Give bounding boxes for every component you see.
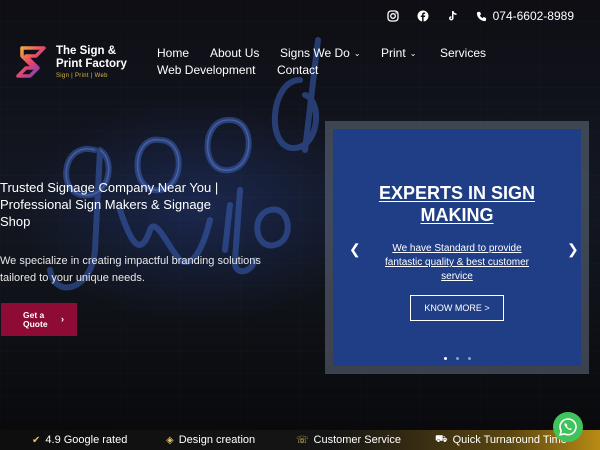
instagram-icon[interactable] [386,9,400,23]
feature-design-label: Design creation [178,434,256,446]
hero-subtitle: We specialize in creating impactful bran… [0,255,261,284]
headset-icon: ☏ [296,434,309,446]
tiktok-icon[interactable] [446,9,460,23]
whatsapp-button[interactable] [553,412,583,442]
nav-web-development[interactable]: Web Development [157,63,256,77]
slide-description[interactable]: We have Standard to provide fantastic qu… [373,242,541,284]
nav-about[interactable]: About Us [210,46,259,60]
nav-signs-label: Signs We Do [280,46,350,60]
logo-text: The Sign & Print Factory Sign | Print | … [56,45,127,79]
site-logo[interactable]: The Sign & Print Factory Sign | Print | … [14,44,127,80]
feature-turnaround: ⛟ Quick Turnaround Time [435,434,567,447]
phone-number: 074-6602-8989 [492,9,574,23]
chevron-left-icon[interactable]: ❮ [349,241,361,258]
logo-icon [16,46,46,78]
phone-icon [476,11,486,21]
nav-home[interactable]: Home [157,46,189,60]
logo-line-1: The Sign & [56,45,117,57]
phone-link[interactable]: 074-6602-8989 [476,9,574,23]
nav-web-label: Web Development [157,63,256,77]
get-quote-label: Get a Quote [23,309,48,329]
top-bar: 074-6602-8989 [0,0,600,32]
chevron-down-icon: ⌄ [409,48,417,58]
know-more-button[interactable]: KNOW MORE > [410,295,504,321]
feature-google: ✔ 4.9 Google rated [32,434,127,446]
feature-google-label: 4.9 Google rated [45,434,128,446]
whatsapp-icon [559,418,577,436]
slider-dot[interactable] [467,357,471,360]
nav-print-label: Print [381,46,406,60]
get-quote-button[interactable]: Get a Quote › [1,303,77,336]
logo-line-2: Print Factory [56,58,127,70]
hero-title: Trusted Signage Company Near You | Profe… [0,180,219,229]
slide: EXPERTS IN SIGN MAKING We have Standard … [333,129,581,366]
nav-contact-label: Contact [277,63,319,77]
slide-title[interactable]: EXPERTS IN SIGN MAKING [353,182,561,226]
chevron-right-icon: › [61,314,64,324]
slider-dot[interactable] [443,357,447,360]
slider-dots [333,357,581,360]
hero-slider: EXPERTS IN SIGN MAKING We have Standard … [325,121,589,374]
nav-contact[interactable]: Contact [277,63,318,77]
facebook-icon[interactable] [416,9,430,23]
slider-dot[interactable] [455,357,459,360]
nav-home-label: Home [157,46,190,60]
chevron-right-icon[interactable]: ❯ [567,241,579,258]
layers-icon: ◈ [166,434,174,446]
truck-icon: ⛟ [435,433,448,445]
nav-signs[interactable]: Signs We Do ⌄ [280,46,361,60]
nav-services[interactable]: Services [440,46,486,60]
logo-tagline: Sign | Print | Web [56,73,108,79]
chevron-down-icon: ⌄ [353,48,361,58]
nav-about-label: About Us [210,46,260,60]
check-circle-icon: ✔ [32,434,41,446]
nav-services-label: Services [440,46,487,60]
feature-support: ☏ Customer Service [296,434,401,446]
features-bar: ✔ 4.9 Google rated ◈ Design creation ☏ C… [0,430,600,450]
feature-design: ◈ Design creation [166,434,255,446]
nav-print[interactable]: Print ⌄ [381,46,416,60]
feature-turnaround-label: Quick Turnaround Time [452,434,567,446]
feature-support-label: Customer Service [313,434,401,446]
